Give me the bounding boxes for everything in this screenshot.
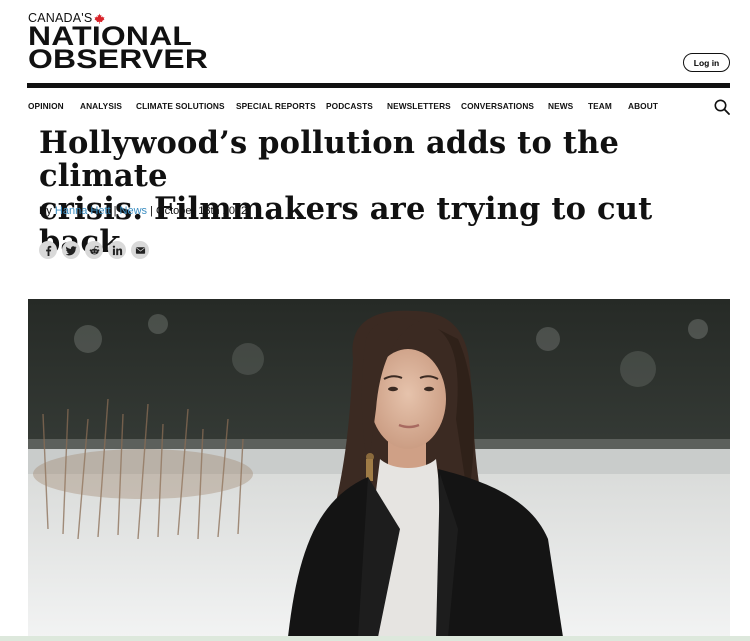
nav-item-podcasts[interactable]: PODCASTS <box>326 101 373 111</box>
publish-date: October 13th 2022 <box>156 205 248 217</box>
login-button[interactable]: Log in <box>683 53 730 72</box>
nav-item-news[interactable]: NEWS <box>548 101 573 111</box>
nav-item-analysis[interactable]: ANALYSIS <box>80 101 122 111</box>
logo-observer: OBSERVER <box>28 44 209 74</box>
nav-item-climate-solutions[interactable]: CLIMATE SOLUTIONS <box>136 101 225 111</box>
byline-separator: | <box>150 205 153 217</box>
search-icon[interactable] <box>714 99 730 115</box>
share-reddit-button[interactable] <box>85 241 103 259</box>
email-icon <box>135 246 145 254</box>
article-headline: Hollywood’s pollution adds to the climat… <box>39 127 699 259</box>
section-link[interactable]: News <box>120 205 148 217</box>
byline-separator: | <box>113 205 117 217</box>
byline-prefix: By <box>39 205 52 217</box>
nav-item-team[interactable]: TEAM <box>588 101 612 111</box>
hero-image <box>28 299 730 637</box>
twitter-icon <box>65 245 77 255</box>
nav-item-about[interactable]: ABOUT <box>628 101 658 111</box>
share-linkedin-button[interactable] <box>108 241 126 259</box>
site-logo[interactable]: CANADA'S NATIONAL OBSERVER <box>28 11 208 73</box>
nav-item-special-reports[interactable]: SPECIAL REPORTS <box>236 101 316 111</box>
share-facebook-button[interactable] <box>39 241 57 259</box>
linkedin-icon <box>112 245 122 255</box>
share-email-button[interactable] <box>131 241 149 259</box>
share-twitter-button[interactable] <box>62 241 80 259</box>
nav-item-newsletters[interactable]: NEWSLETTERS <box>387 101 451 111</box>
facebook-icon <box>45 245 51 256</box>
author-link[interactable]: Hanna Hett <box>55 205 111 217</box>
headline-line-1: Hollywood’s pollution adds to the climat… <box>39 125 620 194</box>
bottom-strip <box>0 636 750 641</box>
nav-item-opinion[interactable]: OPINION <box>28 101 64 111</box>
nav-item-conversations[interactable]: CONVERSATIONS <box>461 101 534 111</box>
share-bar <box>39 241 149 259</box>
hero-photo-illustration <box>28 299 730 637</box>
header-divider <box>27 83 730 88</box>
byline: By Hanna Hett | News | October 13th 2022 <box>39 205 247 217</box>
reddit-icon <box>89 245 99 255</box>
